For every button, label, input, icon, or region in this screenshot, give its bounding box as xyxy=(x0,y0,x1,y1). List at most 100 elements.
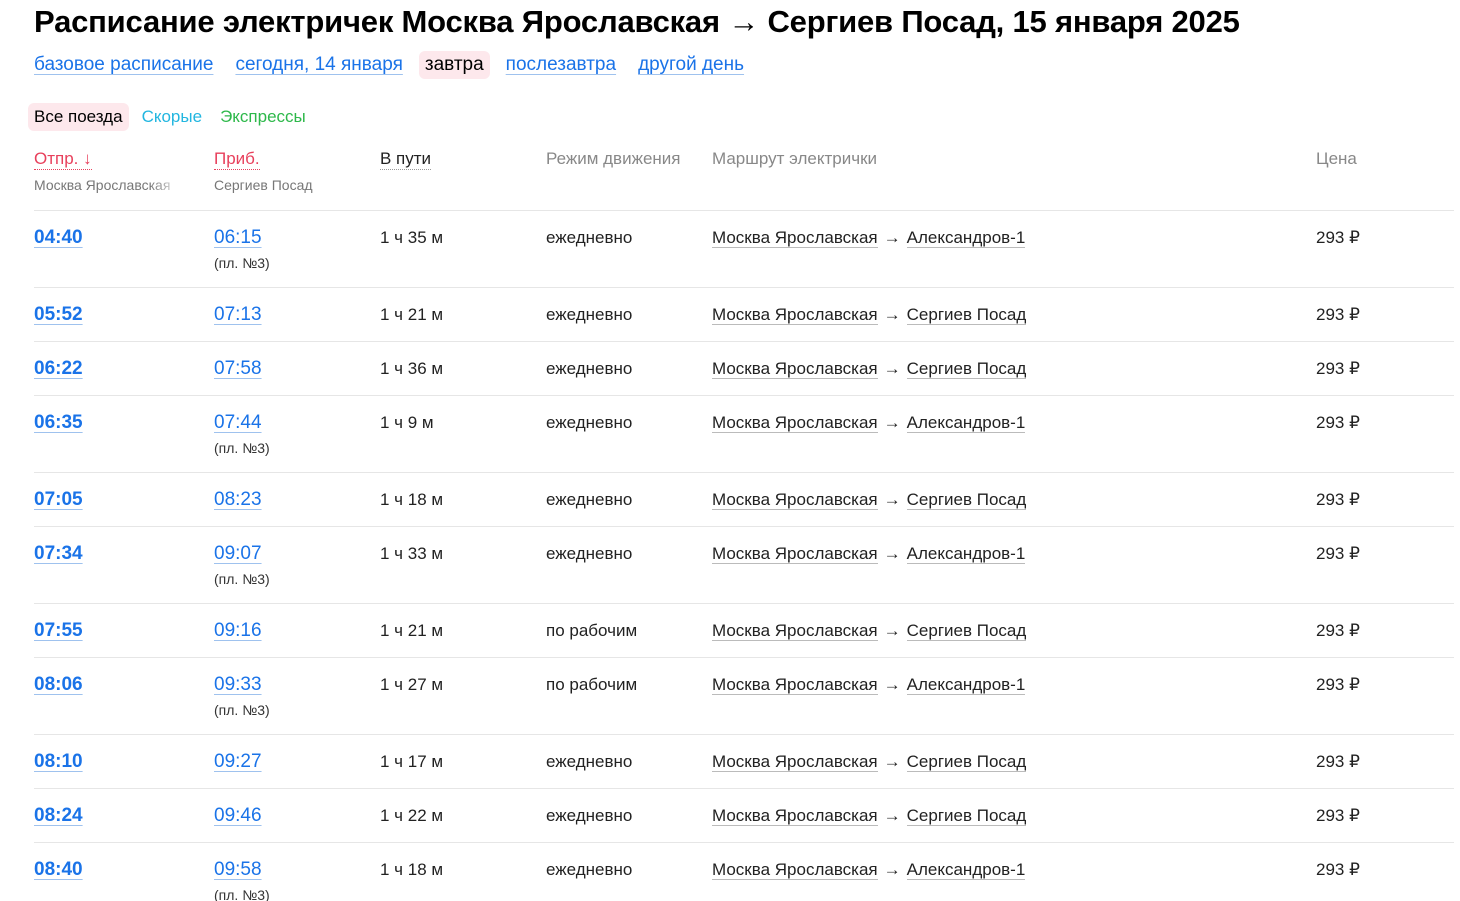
route-to-station-link[interactable]: Сергиев Посад xyxy=(906,806,1027,826)
tab-day-after-tomorrow[interactable]: послезавтра xyxy=(506,54,616,76)
arrival-time-link[interactable]: 09:58 xyxy=(214,859,262,881)
duration: 1 ч 33 м xyxy=(380,544,444,563)
departure-time-link[interactable]: 05:52 xyxy=(34,304,83,326)
column-duration-sort[interactable]: В пути xyxy=(380,149,432,170)
filter-all-trains[interactable]: Все поезда xyxy=(28,103,129,131)
duration: 1 ч 36 м xyxy=(380,359,444,378)
route-to-station-link[interactable]: Александров-1 xyxy=(906,675,1026,695)
arrival-time-link[interactable]: 09:07 xyxy=(214,543,262,565)
arrival-time-link[interactable]: 07:44 xyxy=(214,412,262,434)
duration: 1 ч 17 м xyxy=(380,752,444,771)
route-from-station-link[interactable]: Москва Ярославская xyxy=(712,490,878,510)
route-from-station-link[interactable]: Москва Ярославская xyxy=(712,806,878,826)
arrival-time-link[interactable]: 08:23 xyxy=(214,489,262,511)
duration: 1 ч 18 м xyxy=(380,860,444,879)
filter-express-trains[interactable]: Экспрессы xyxy=(220,107,306,127)
filter-fast-trains[interactable]: Скорые xyxy=(142,107,203,127)
departure-time-link[interactable]: 08:06 xyxy=(34,674,83,696)
schedule-table: 04:40 06:15 (пл. №3) 1 ч 35 м ежедневно … xyxy=(0,210,1460,901)
departure-time-link[interactable]: 08:24 xyxy=(34,805,83,827)
table-row[interactable]: 05:52 07:13 1 ч 21 м ежедневно Москва Яр… xyxy=(34,287,1454,341)
route-from-station-link[interactable]: Москва Ярославская xyxy=(712,228,878,248)
table-row[interactable]: 08:40 09:58 (пл. №3) 1 ч 18 м ежедневно … xyxy=(34,842,1454,901)
price: 293 ₽ xyxy=(1316,413,1360,432)
route-to-station-link[interactable]: Сергиев Посад xyxy=(906,305,1027,325)
arrival-time-link[interactable]: 07:13 xyxy=(214,304,262,326)
table-row[interactable]: 08:06 09:33 (пл. №3) 1 ч 27 м по рабочим… xyxy=(34,657,1454,734)
table-row[interactable]: 06:35 07:44 (пл. №3) 1 ч 9 м ежедневно М… xyxy=(34,395,1454,472)
route: Москва Ярославская → Сергиев Посад xyxy=(712,305,1027,325)
route-from-station-link[interactable]: Москва Ярославская xyxy=(712,621,878,641)
table-row[interactable]: 08:24 09:46 1 ч 22 м ежедневно Москва Яр… xyxy=(34,788,1454,842)
route-from-station-link[interactable]: Москва Ярославская xyxy=(712,860,878,880)
route-to-station-link[interactable]: Александров-1 xyxy=(906,228,1026,248)
departure-time-link[interactable]: 06:22 xyxy=(34,358,83,380)
table-row[interactable]: 07:34 09:07 (пл. №3) 1 ч 33 м ежедневно … xyxy=(34,526,1454,603)
route: Москва Ярославская → Александров-1 xyxy=(712,544,1026,564)
route: Москва Ярославская → Александров-1 xyxy=(712,228,1026,248)
departure-time-link[interactable]: 07:05 xyxy=(34,489,83,511)
table-row[interactable]: 07:55 09:16 1 ч 21 м по рабочим Москва Я… xyxy=(34,603,1454,657)
price: 293 ₽ xyxy=(1316,752,1360,771)
tab-other-day[interactable]: другой день xyxy=(638,54,744,76)
run-mode: ежедневно xyxy=(546,228,633,247)
table-row[interactable]: 07:05 08:23 1 ч 18 м ежедневно Москва Яр… xyxy=(34,472,1454,526)
route-from-station-link[interactable]: Москва Ярославская xyxy=(712,752,878,772)
route-arrow-icon: → xyxy=(883,752,901,771)
route-to-station-link[interactable]: Сергиев Посад xyxy=(906,752,1027,772)
column-departure-sort[interactable]: Отпр. ↓ xyxy=(34,149,92,170)
route-from-station-link[interactable]: Москва Ярославская xyxy=(712,359,878,379)
route-to-station-link[interactable]: Александров-1 xyxy=(906,544,1026,564)
price: 293 ₽ xyxy=(1316,490,1360,509)
route-to-station-link[interactable]: Александров-1 xyxy=(906,413,1026,433)
route: Москва Ярославская → Сергиев Посад xyxy=(712,752,1027,772)
route: Москва Ярославская → Сергиев Посад xyxy=(712,806,1027,826)
table-row[interactable]: 06:22 07:58 1 ч 36 м ежедневно Москва Яр… xyxy=(34,341,1454,395)
route-arrow-icon: → xyxy=(883,675,901,694)
tab-base-schedule[interactable]: базовое расписание xyxy=(34,54,213,76)
run-mode: ежедневно xyxy=(546,359,633,378)
arrival-time-link[interactable]: 07:58 xyxy=(214,358,262,380)
route-arrow-icon: → xyxy=(883,621,901,640)
table-row[interactable]: 08:10 09:27 1 ч 17 м ежедневно Москва Яр… xyxy=(34,734,1454,788)
run-mode: ежедневно xyxy=(546,806,633,825)
route-from-station-link[interactable]: Москва Ярославская xyxy=(712,305,878,325)
arrival-time-link[interactable]: 06:15 xyxy=(214,227,262,249)
route-from-station-link[interactable]: Москва Ярославская xyxy=(712,544,878,564)
route-arrow-icon: → xyxy=(883,544,901,563)
duration: 1 ч 18 м xyxy=(380,490,444,509)
departure-time-link[interactable]: 08:10 xyxy=(34,751,83,773)
arrival-time-link[interactable]: 09:16 xyxy=(214,620,262,642)
day-tabs: базовое расписание сегодня, 14 января за… xyxy=(34,50,766,80)
table-row[interactable]: 04:40 06:15 (пл. №3) 1 ч 35 м ежедневно … xyxy=(34,210,1454,287)
route: Москва Ярославская → Александров-1 xyxy=(712,860,1026,880)
departure-time-link[interactable]: 06:35 xyxy=(34,412,83,434)
arrival-time-link[interactable]: 09:46 xyxy=(214,805,262,827)
departure-time-link[interactable]: 07:55 xyxy=(34,620,83,642)
route-to-station-link[interactable]: Сергиев Посад xyxy=(906,490,1027,510)
text-fade xyxy=(150,174,184,196)
duration: 1 ч 21 м xyxy=(380,305,444,324)
platform-label: (пл. №3) xyxy=(214,702,270,718)
route-from-station-link[interactable]: Москва Ярославская xyxy=(712,675,878,695)
route-arrow-icon: → xyxy=(883,860,901,879)
departure-time-link[interactable]: 08:40 xyxy=(34,859,83,881)
departure-time-link[interactable]: 04:40 xyxy=(34,227,83,249)
route-to-station-link[interactable]: Сергиев Посад xyxy=(906,621,1027,641)
train-type-filter: Все поезда Скорые Экспрессы xyxy=(28,103,324,131)
tab-today[interactable]: сегодня, 14 января xyxy=(235,54,402,76)
tab-tomorrow[interactable]: завтра xyxy=(418,51,490,79)
column-mode: Режим движения xyxy=(546,149,681,168)
run-mode: ежедневно xyxy=(546,413,633,432)
arrival-time-link[interactable]: 09:33 xyxy=(214,674,262,696)
duration: 1 ч 22 м xyxy=(380,806,444,825)
route-to-station-link[interactable]: Сергиев Посад xyxy=(906,359,1027,379)
column-arrival-sort[interactable]: Приб. xyxy=(214,149,260,170)
route-to-station-link[interactable]: Александров-1 xyxy=(906,860,1026,880)
arrival-time-link[interactable]: 09:27 xyxy=(214,751,262,773)
route-from-station-link[interactable]: Москва Ярославская xyxy=(712,413,878,433)
page-title: Расписание электричек Москва Ярославская… xyxy=(34,4,1240,39)
column-price: Цена xyxy=(1316,149,1357,168)
route-arrow-icon: → xyxy=(883,413,901,432)
departure-time-link[interactable]: 07:34 xyxy=(34,543,83,565)
